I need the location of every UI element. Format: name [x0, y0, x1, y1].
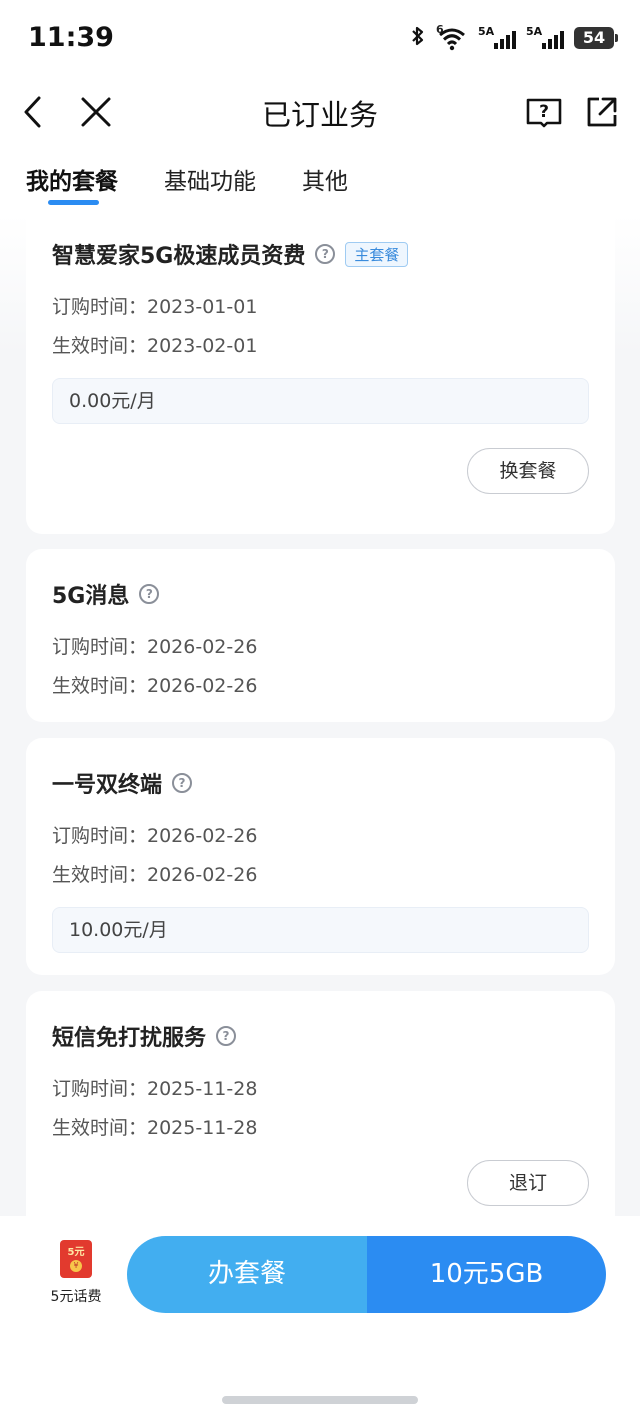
- data-offer-button[interactable]: 10元5GB: [367, 1236, 606, 1313]
- tab-active-indicator: [48, 200, 99, 205]
- credit-promo[interactable]: 5元 ¥ 5元话费: [36, 1240, 116, 1306]
- tab-basic-functions[interactable]: 基础功能: [164, 162, 256, 196]
- wifi-icon: 6: [436, 23, 468, 51]
- price-box: 10.00元/月: [52, 907, 589, 953]
- sim2-label: 5A: [526, 25, 543, 38]
- home-indicator[interactable]: [222, 1396, 418, 1404]
- change-plan-button[interactable]: 换套餐: [467, 448, 589, 494]
- tab-other[interactable]: 其他: [302, 162, 348, 196]
- card-title-text: 一号双终端: [52, 773, 163, 798]
- card-title-text: 短信免打扰服务: [52, 1026, 207, 1051]
- effective-time: 生效时间：2023-02-01: [52, 335, 258, 357]
- effective-time: 生效时间：2026-02-26: [52, 864, 258, 886]
- status-icons: 6 5A 5A 54: [410, 23, 618, 52]
- card-title: 智慧爱家5G极速成员资费 ? 主套餐: [52, 238, 409, 270]
- sim1-label: 5A: [478, 25, 495, 38]
- help-icon[interactable]: ?: [315, 244, 336, 264]
- subscription-card: 智慧爱家5G极速成员资费 ? 主套餐 订购时间：2023-01-01 生效时间：…: [26, 214, 615, 534]
- help-icon[interactable]: ?: [139, 584, 160, 604]
- main-plan-badge: 主套餐: [345, 241, 409, 267]
- order-time: 订购时间：2026-02-26: [52, 636, 258, 658]
- share-button[interactable]: [580, 90, 624, 134]
- price-box: 0.00元/月: [52, 378, 589, 424]
- order-time: 订购时间：2026-02-26: [52, 825, 258, 847]
- signal-icon: 5A: [526, 25, 564, 51]
- order-time: 订购时间：2025-11-28: [52, 1078, 258, 1100]
- order-time: 订购时间：2023-01-01: [52, 296, 258, 318]
- tab-my-plan[interactable]: 我的套餐: [26, 162, 118, 196]
- card-title: 短信免打扰服务 ?: [52, 1020, 237, 1052]
- red-packet-icon: 5元 ¥: [60, 1240, 92, 1278]
- cta-group: 办套餐 10元5GB: [127, 1236, 606, 1313]
- help-button[interactable]: ?: [522, 90, 566, 134]
- status-time: 11:39: [28, 22, 114, 53]
- nav-bar: 已订业务 ?: [0, 78, 640, 144]
- effective-time: 生效时间：2026-02-26: [52, 675, 258, 697]
- bluetooth-icon: [410, 24, 426, 52]
- subscription-card: 一号双终端 ? 订购时间：2026-02-26 生效时间：2026-02-26 …: [26, 738, 615, 975]
- svg-text:?: ?: [539, 102, 549, 122]
- help-book-icon: ?: [526, 98, 562, 128]
- help-icon[interactable]: ?: [216, 1026, 237, 1046]
- tab-bar: 我的套餐 基础功能 其他: [0, 144, 640, 214]
- card-title-text: 智慧爱家5G极速成员资费: [52, 244, 306, 269]
- signal-icon: 5A: [478, 25, 516, 51]
- effective-time: 生效时间：2025-11-28: [52, 1117, 258, 1139]
- status-bar: 11:39 6 5A 5A 54: [0, 0, 640, 78]
- apply-plan-button[interactable]: 办套餐: [127, 1236, 367, 1313]
- subscription-list[interactable]: 智慧爱家5G极速成员资费 ? 主套餐 订购时间：2023-01-01 生效时间：…: [0, 214, 640, 1216]
- help-icon[interactable]: ?: [172, 773, 193, 793]
- bottom-bar: 5元 ¥ 5元话费 办套餐 10元5GB: [0, 1216, 640, 1416]
- card-title: 5G消息 ?: [52, 578, 160, 610]
- card-title-text: 5G消息: [52, 584, 130, 609]
- card-title: 一号双终端 ?: [52, 767, 193, 799]
- red-packet-amount: 5元: [67, 1247, 85, 1258]
- share-icon: [587, 97, 617, 127]
- promo-label: 5元话费: [50, 1289, 102, 1305]
- battery-icon: 54: [574, 27, 618, 49]
- subscription-card: 短信免打扰服务 ? 订购时间：2025-11-28 生效时间：2025-11-2…: [26, 991, 615, 1216]
- coin-icon: ¥: [70, 1260, 82, 1272]
- subscription-card: 5G消息 ? 订购时间：2026-02-26 生效时间：2026-02-26: [26, 549, 615, 722]
- unsubscribe-button[interactable]: 退订: [467, 1160, 589, 1206]
